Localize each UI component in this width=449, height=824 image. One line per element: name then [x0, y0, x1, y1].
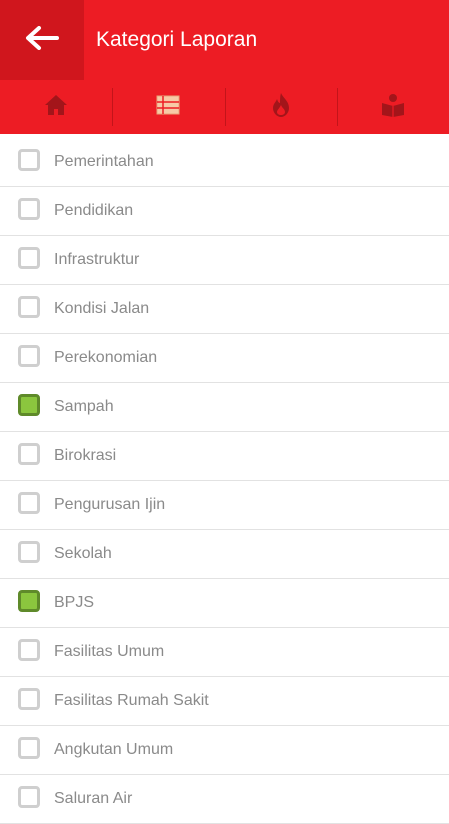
category-label: Fasilitas Umum — [54, 643, 165, 660]
category-row[interactable]: Infrastruktur — [0, 236, 449, 285]
category-checkbox[interactable] — [18, 394, 40, 416]
category-row[interactable]: Sekolah — [0, 530, 449, 579]
category-checkbox[interactable] — [18, 198, 40, 220]
category-row[interactable]: Fasilitas Umum — [0, 628, 449, 677]
category-row[interactable]: Sampah — [0, 383, 449, 432]
category-row[interactable]: Pendidikan — [0, 187, 449, 236]
category-row[interactable]: Angkutan Umum — [0, 726, 449, 775]
tab-bar — [0, 80, 449, 134]
tab-home[interactable] — [0, 80, 112, 134]
page-title: Kategori Laporan — [96, 28, 258, 51]
home-icon — [44, 94, 68, 121]
category-label: Pemerintahan — [54, 153, 154, 170]
category-row[interactable]: BPJS — [0, 579, 449, 628]
category-checkbox[interactable] — [18, 247, 40, 269]
category-label: Pendidikan — [54, 202, 134, 219]
category-label: Perekonomian — [54, 349, 158, 366]
category-row[interactable]: Kondisi Jalan — [0, 285, 449, 334]
category-checkbox[interactable] — [18, 443, 40, 465]
category-label: Fasilitas Rumah Sakit — [54, 692, 209, 709]
category-label: Saluran Air — [54, 790, 133, 807]
arrow-left-icon — [25, 25, 59, 55]
category-label: Pengurusan Ijin — [54, 496, 166, 513]
category-label: Infrastruktur — [54, 251, 140, 268]
category-checkbox[interactable] — [18, 149, 40, 171]
category-checkbox[interactable] — [18, 345, 40, 367]
category-list: Pemerintahan Pendidikan Infrastruktur Kondi… — [0, 138, 449, 824]
category-checkbox[interactable] — [18, 492, 40, 514]
category-checkbox[interactable] — [18, 786, 40, 808]
list-icon — [156, 95, 180, 120]
category-label: Sekolah — [54, 545, 112, 562]
category-row[interactable]: Pengurusan Ijin — [0, 481, 449, 530]
reading-icon — [381, 93, 405, 122]
fire-icon — [270, 92, 292, 123]
category-label: Kondisi Jalan — [54, 300, 150, 317]
category-checkbox[interactable] — [18, 590, 40, 612]
category-checkbox[interactable] — [18, 737, 40, 759]
category-checkbox[interactable] — [18, 688, 40, 710]
tab-reading[interactable] — [336, 80, 449, 134]
category-checkbox[interactable] — [18, 639, 40, 661]
category-label: Sampah — [54, 398, 114, 415]
back-button[interactable] — [0, 0, 84, 80]
tab-list[interactable] — [112, 80, 224, 134]
category-label: Angkutan Umum — [54, 741, 174, 758]
tab-trending[interactable] — [224, 80, 337, 134]
category-row[interactable]: Birokrasi — [0, 432, 449, 481]
category-row[interactable]: Perekonomian — [0, 334, 449, 383]
category-checkbox[interactable] — [18, 296, 40, 318]
category-label: Birokrasi — [54, 447, 117, 464]
category-row[interactable]: Fasilitas Rumah Sakit — [0, 677, 449, 726]
app-bar: Kategori Laporan — [0, 0, 449, 80]
category-checkbox[interactable] — [18, 541, 40, 563]
category-label: BPJS — [54, 594, 95, 611]
category-row[interactable]: Pemerintahan — [0, 138, 449, 187]
